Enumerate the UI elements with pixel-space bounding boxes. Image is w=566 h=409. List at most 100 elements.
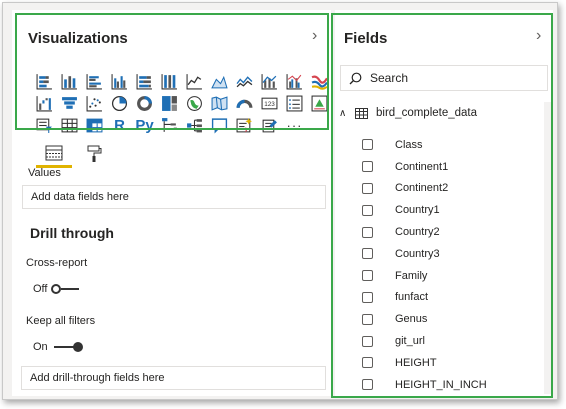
fields-well-tab[interactable] bbox=[36, 140, 72, 168]
search-input[interactable] bbox=[370, 71, 540, 85]
multi-row-card-icon[interactable] bbox=[282, 92, 307, 114]
keep-all-filters-state: On bbox=[33, 341, 48, 353]
format-tab[interactable] bbox=[76, 140, 112, 168]
r-script-visual-icon[interactable]: R bbox=[107, 114, 132, 136]
field-item[interactable]: Continent2 bbox=[362, 178, 487, 200]
field-checkbox[interactable] bbox=[362, 182, 373, 194]
field-label: Continent1 bbox=[395, 160, 449, 173]
field-checkbox[interactable] bbox=[362, 161, 373, 173]
field-checkbox[interactable] bbox=[362, 291, 373, 303]
visualizations-title: Visualizations bbox=[28, 30, 128, 47]
collapse-fields-chevron-icon[interactable]: › bbox=[536, 27, 541, 45]
field-checkbox[interactable] bbox=[362, 226, 373, 238]
smart-narrative-icon[interactable] bbox=[232, 114, 257, 136]
matrix-icon[interactable] bbox=[82, 114, 107, 136]
filled-map-icon[interactable] bbox=[207, 92, 232, 114]
values-drop-well[interactable]: Add data fields here bbox=[22, 185, 326, 209]
scatter-chart-icon[interactable] bbox=[82, 92, 107, 114]
more-visuals-icon[interactable]: ··· bbox=[282, 114, 307, 136]
field-label: HEIGHT_IN_INCH bbox=[395, 378, 487, 391]
field-item[interactable]: funfact bbox=[362, 287, 487, 309]
field-item[interactable]: Country2 bbox=[362, 221, 487, 243]
pie-chart-icon[interactable] bbox=[107, 92, 132, 114]
cross-report-switch[interactable] bbox=[51, 284, 81, 294]
field-checkbox[interactable] bbox=[362, 379, 373, 391]
drill-through-title: Drill through bbox=[30, 225, 114, 241]
field-item[interactable]: Country3 bbox=[362, 243, 487, 265]
paginated-report-icon[interactable] bbox=[257, 114, 282, 136]
map-icon[interactable] bbox=[182, 92, 207, 114]
clustered-column-chart-icon[interactable] bbox=[107, 70, 132, 92]
donut-chart-icon[interactable] bbox=[132, 92, 157, 114]
field-label: Country3 bbox=[395, 247, 440, 260]
field-label: funfact bbox=[395, 291, 429, 304]
stacked-column-chart-icon[interactable] bbox=[57, 70, 82, 92]
waterfall-chart-icon[interactable] bbox=[32, 92, 57, 114]
line-and-stacked-column-chart-icon[interactable] bbox=[257, 70, 282, 92]
ribbon-chart-icon[interactable] bbox=[307, 70, 332, 92]
stacked-area-chart-icon[interactable] bbox=[232, 70, 257, 92]
area-chart-icon[interactable] bbox=[207, 70, 232, 92]
cross-report-state: Off bbox=[33, 283, 48, 295]
field-checkbox[interactable] bbox=[362, 313, 373, 325]
field-checkbox[interactable] bbox=[362, 335, 373, 347]
field-item[interactable]: Class bbox=[362, 134, 487, 156]
collapse-visualizations-chevron-icon[interactable]: › bbox=[312, 27, 317, 45]
fields-scrollbar[interactable] bbox=[544, 102, 552, 394]
qa-visual-icon[interactable] bbox=[207, 114, 232, 136]
field-item[interactable]: Genus bbox=[362, 308, 487, 330]
keep-all-filters-toggle[interactable]: On bbox=[33, 341, 84, 353]
field-label: Country2 bbox=[395, 226, 440, 239]
table-node-bird-complete-data[interactable]: ∧ bird_complete_data bbox=[339, 107, 477, 119]
card-icon[interactable]: 123 bbox=[257, 92, 282, 114]
clustered-bar-chart-icon[interactable] bbox=[82, 70, 107, 92]
field-item[interactable]: HEIGHT bbox=[362, 352, 487, 374]
cross-report-label: Cross-report bbox=[26, 257, 88, 269]
field-label: Family bbox=[395, 269, 428, 282]
slicer-icon[interactable] bbox=[32, 114, 57, 136]
field-checkbox[interactable] bbox=[362, 248, 373, 260]
decomposition-tree-icon[interactable] bbox=[182, 114, 207, 136]
svg-text:123: 123 bbox=[264, 101, 275, 108]
fields-title: Fields bbox=[344, 30, 388, 47]
100-stacked-bar-chart-icon[interactable] bbox=[132, 70, 157, 92]
visualization-gallery: 123 R Py ··· bbox=[32, 70, 332, 136]
line-chart-icon[interactable] bbox=[182, 70, 207, 92]
report-panel-frame: Visualizations › 123 R Py ··· Values Add… bbox=[2, 2, 558, 400]
field-label: Continent2 bbox=[395, 182, 449, 195]
field-label: Country1 bbox=[395, 204, 440, 217]
keep-all-filters-switch[interactable] bbox=[53, 342, 84, 352]
values-label: Values bbox=[28, 167, 61, 179]
line-and-clustered-column-chart-icon[interactable] bbox=[282, 70, 307, 92]
table-name: bird_complete_data bbox=[376, 107, 478, 119]
drill-through-drop-well[interactable]: Add drill-through fields here bbox=[21, 366, 326, 390]
field-checkbox[interactable] bbox=[362, 204, 373, 216]
python-visual-icon[interactable]: Py bbox=[132, 114, 157, 136]
field-item[interactable]: Country1 bbox=[362, 199, 487, 221]
field-label: HEIGHT bbox=[395, 356, 437, 369]
field-checkbox[interactable] bbox=[362, 357, 373, 369]
field-checkbox[interactable] bbox=[362, 139, 373, 151]
fields-search-box[interactable] bbox=[340, 65, 548, 91]
cross-report-toggle[interactable]: Off bbox=[33, 283, 81, 295]
fields-pane: Fields › ∧ bird_complete_data Class Conti… bbox=[335, 10, 553, 396]
table-icon[interactable] bbox=[57, 114, 82, 136]
key-influencers-icon[interactable] bbox=[157, 114, 182, 136]
field-label: Genus bbox=[395, 313, 428, 326]
keep-all-filters-label: Keep all filters bbox=[26, 315, 96, 327]
field-item[interactable]: git_url bbox=[362, 330, 487, 352]
field-item[interactable]: Continent1 bbox=[362, 156, 487, 178]
stacked-bar-chart-icon[interactable] bbox=[32, 70, 57, 92]
field-checkbox[interactable] bbox=[362, 270, 373, 282]
gauge-icon[interactable] bbox=[232, 92, 257, 114]
field-item[interactable]: HEIGHT_IN_INCH bbox=[362, 374, 487, 396]
funnel-chart-icon[interactable] bbox=[57, 92, 82, 114]
treemap-icon[interactable] bbox=[157, 92, 182, 114]
visualizations-pane: Visualizations › 123 R Py ··· Values Add… bbox=[12, 10, 331, 396]
collapse-chevron-icon[interactable]: ∧ bbox=[339, 108, 351, 119]
100-stacked-column-chart-icon[interactable] bbox=[157, 70, 182, 92]
paint-roller-icon bbox=[87, 145, 102, 162]
field-item[interactable]: Family bbox=[362, 265, 487, 287]
fields-well-icon bbox=[45, 145, 63, 160]
kpi-icon[interactable] bbox=[307, 92, 332, 114]
